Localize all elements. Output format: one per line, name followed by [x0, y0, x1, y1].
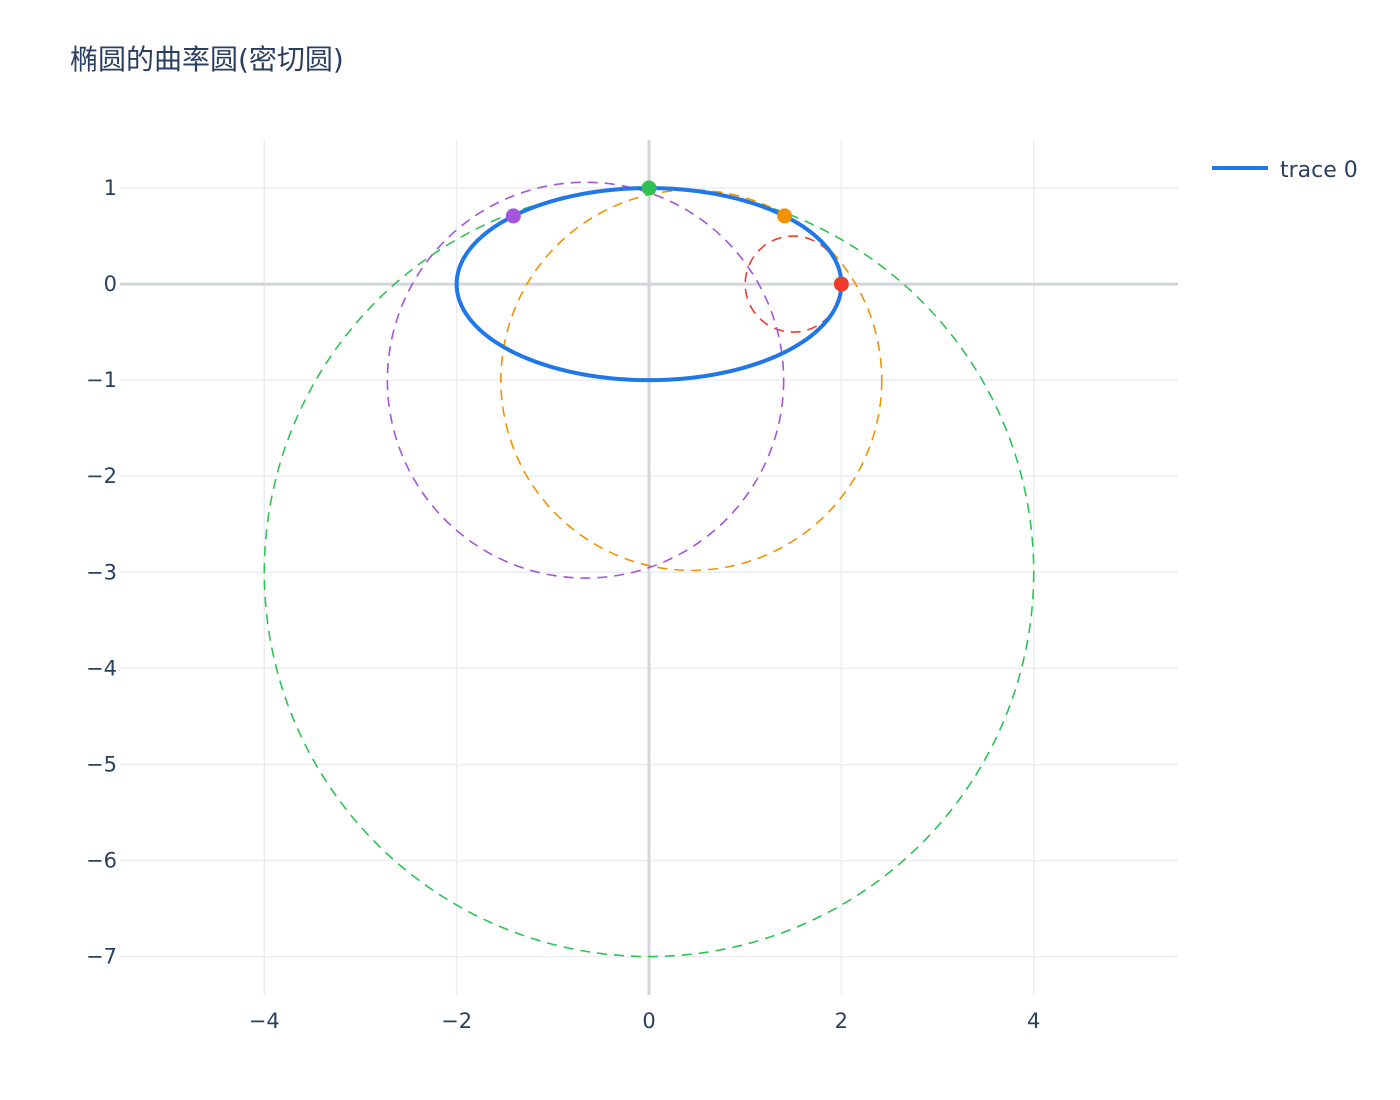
tangent-point-1 — [833, 276, 849, 292]
chart-plot: −4 −2 0 2 4 1 0 −1 −2 −3 −4 −5 −6 −7 trace 0 — [86, 140, 1358, 1033]
legend[interactable]: trace 0 — [1212, 158, 1358, 183]
tangent-point-2 — [777, 208, 793, 224]
y-tick-label: −4 — [86, 656, 117, 680]
x-tick-label: −4 — [249, 1009, 280, 1033]
tangent-point-3 — [641, 180, 657, 196]
legend-label-trace-0: trace 0 — [1280, 158, 1358, 183]
x-tick-label: 4 — [1027, 1009, 1040, 1033]
y-tick-label: −6 — [86, 849, 117, 873]
y-tick-label: −2 — [86, 464, 117, 488]
x-tick-label: 0 — [642, 1009, 655, 1033]
tangent-point-4 — [505, 208, 521, 224]
y-tick-label: 1 — [104, 176, 117, 200]
y-tick-label: −1 — [86, 368, 117, 392]
y-tick-label: −7 — [86, 945, 117, 969]
y-tick-label: −5 — [86, 752, 117, 776]
tick-labels: −4 −2 0 2 4 1 0 −1 −2 −3 −4 −5 −6 −7 — [86, 176, 1040, 1033]
y-tick-label: −3 — [86, 560, 117, 584]
y-tick-label: 0 — [104, 272, 117, 296]
x-tick-label: 2 — [835, 1009, 848, 1033]
x-tick-label: −2 — [441, 1009, 472, 1033]
